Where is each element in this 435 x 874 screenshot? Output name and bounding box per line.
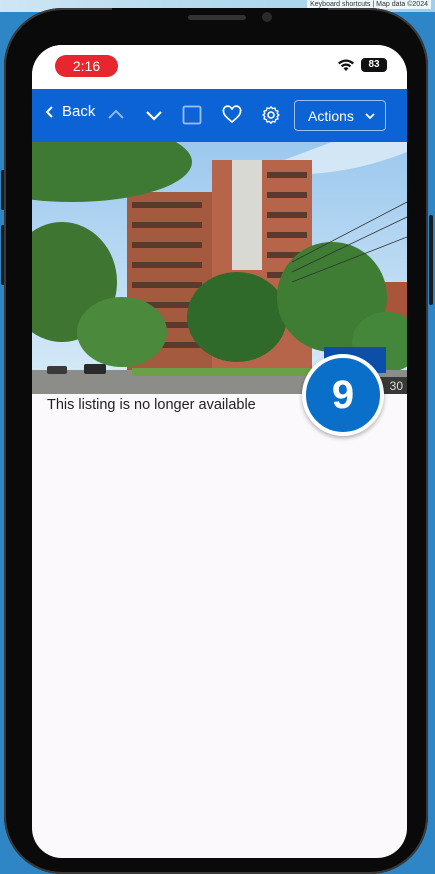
status-time: 2:16 xyxy=(55,55,118,77)
caret-down-icon xyxy=(365,112,375,119)
phone-notch xyxy=(112,8,328,38)
listing-toolbar: Back Actions xyxy=(32,89,407,142)
status-icons: 83 xyxy=(337,58,387,72)
back-button-label: Back xyxy=(62,103,96,120)
heart-icon[interactable] xyxy=(222,105,242,125)
phone-frame: 2:16 83 Back Actions 30 This listing is … xyxy=(4,8,428,874)
gear-icon[interactable] xyxy=(261,105,281,125)
chevron-down-icon[interactable] xyxy=(144,105,164,125)
listing-unavailable-message: This listing is no longer available xyxy=(47,397,256,413)
step-number-badge: 9 xyxy=(302,354,384,436)
back-button[interactable]: Back xyxy=(44,103,95,120)
speaker-grille xyxy=(188,15,246,20)
chevron-up-icon[interactable] xyxy=(106,105,126,125)
chevron-left-icon xyxy=(45,105,53,118)
phone-screen: 2:16 83 Back Actions 30 This listing is … xyxy=(32,45,407,858)
select-checkbox-icon[interactable] xyxy=(182,105,202,125)
front-camera xyxy=(262,12,272,22)
status-bar: 2:16 83 xyxy=(32,45,407,89)
actions-dropdown[interactable]: Actions xyxy=(294,100,386,131)
battery-icon: 83 xyxy=(361,58,387,72)
actions-label: Actions xyxy=(308,107,354,124)
power-side-button xyxy=(429,215,433,305)
wifi-icon xyxy=(338,59,354,71)
